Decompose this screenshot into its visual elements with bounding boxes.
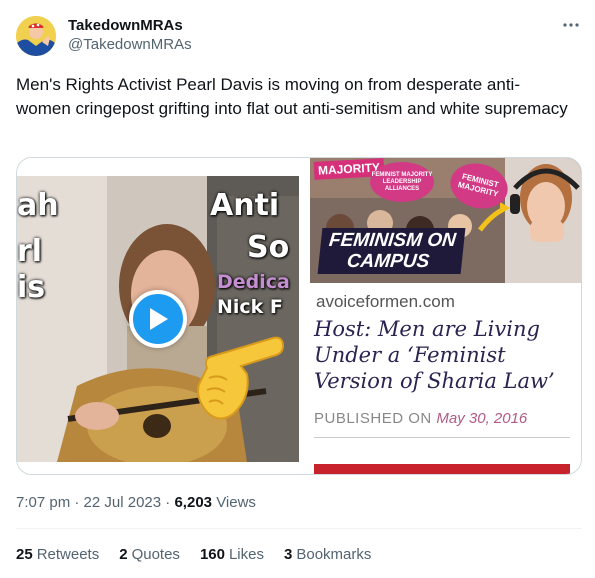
- video-overlay-text-right: So: [247, 230, 290, 265]
- quotes-label: Quotes: [131, 546, 180, 563]
- published-label: PUBLISHED ON: [314, 410, 432, 427]
- more-options-button[interactable]: [560, 14, 582, 36]
- author-handle[interactable]: @TakedownMRAs: [68, 35, 192, 54]
- engagement-stats: 25 Retweets 2 Quotes 160 Likes 3 Bookmarks: [16, 545, 371, 565]
- article-headline: Host: Men are Living Under a ‘Feminist V…: [314, 317, 555, 393]
- tweet-text: Men's Rights Activist Pearl Davis is mov…: [16, 75, 568, 118]
- video-overlay-text-right: Nick F: [217, 296, 283, 318]
- quotes-stat[interactable]: 2 Quotes: [119, 545, 180, 565]
- author-names: TakedownMRAs @TakedownMRAs: [68, 16, 192, 54]
- image-caption: FEMINISM ON CAMPUS: [317, 228, 466, 274]
- video-overlay-text-right: Dedica: [217, 271, 290, 293]
- video-overlay-text-left: rl: [17, 234, 43, 269]
- views-label: Views: [216, 494, 256, 511]
- bookmarks-stat[interactable]: 3 Bookmarks: [284, 545, 371, 565]
- video-overlay-text-left: is: [17, 270, 46, 305]
- more-horizontal-icon: [563, 23, 579, 27]
- avatar-image: [16, 16, 56, 56]
- pointing-hand-emoji: [197, 336, 285, 420]
- published-date: May 30, 2016: [436, 410, 528, 427]
- bookmarks-count: 3: [284, 546, 293, 563]
- video-thumbnail[interactable]: ah rl is Anti So Dedica Nick F: [17, 158, 307, 474]
- separator: ·: [74, 494, 80, 511]
- caption-line: FEMINISM ON: [328, 230, 457, 251]
- caption-line: CAMPUS: [345, 251, 431, 272]
- divider: [16, 528, 582, 529]
- likes-count: 160: [199, 546, 225, 563]
- likes-stat[interactable]: 160 Likes: [200, 545, 264, 565]
- divider: [314, 437, 570, 438]
- play-button[interactable]: [129, 290, 187, 348]
- video-overlay-text-left: ah: [17, 188, 59, 223]
- article-published: PUBLISHED ON May 30, 2016: [314, 410, 527, 427]
- tweet-meta: 7:07 pm · 22 Jul 2023 · 6,203 Views: [16, 493, 256, 513]
- flag-strip-image: [314, 464, 570, 474]
- views-count: 6,203: [174, 494, 213, 511]
- article-image[interactable]: MAJORITY FEMINIST MAJORITY LEADERSHIP AL…: [310, 158, 581, 474]
- bookmarks-label: Bookmarks: [296, 546, 372, 563]
- avatar[interactable]: [16, 16, 56, 56]
- video-overlay-text-right: Anti: [210, 188, 280, 223]
- tweet-date[interactable]: 22 Jul 2023: [84, 494, 162, 511]
- separator: ·: [165, 494, 171, 511]
- retweets-stat[interactable]: 25 Retweets: [16, 545, 99, 565]
- tweet-header: TakedownMRAs @TakedownMRAs: [16, 14, 582, 58]
- retweets-count: 25: [16, 546, 33, 563]
- media-container: ah rl is Anti So Dedica Nick F MAJORITY …: [16, 157, 582, 475]
- retweets-label: Retweets: [36, 546, 100, 563]
- likes-label: Likes: [228, 546, 264, 563]
- tweet-time[interactable]: 7:07 pm: [16, 494, 70, 511]
- article-site: avoiceformen.com: [316, 292, 455, 311]
- feminist-sign: FEMINIST MAJORITY LEADERSHIP ALLIANCES: [370, 162, 434, 202]
- quotes-count: 2: [119, 546, 128, 563]
- author-display-name[interactable]: TakedownMRAs: [68, 16, 192, 35]
- play-icon: [150, 308, 168, 330]
- article-photo: MAJORITY FEMINIST MAJORITY LEADERSHIP AL…: [310, 158, 581, 283]
